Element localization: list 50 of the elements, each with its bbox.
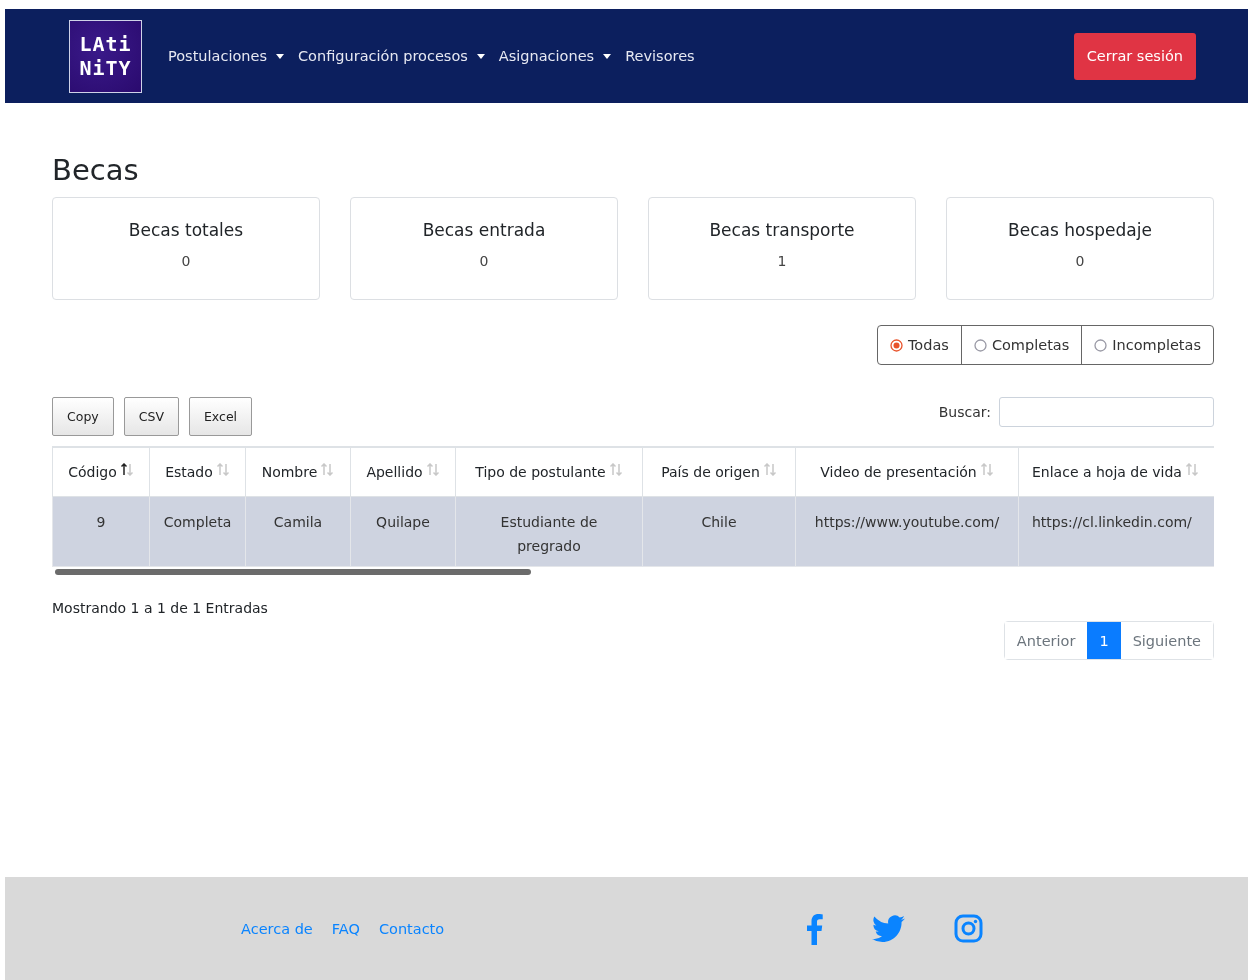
- stat-label: Becas totales: [128, 220, 244, 240]
- table-cell: Estudiante de pregrado: [455, 496, 643, 567]
- twitter-bird-icon[interactable]: [872, 914, 906, 943]
- nav-menu-item[interactable]: Configuración procesos: [298, 48, 485, 64]
- export-button[interactable]: Copy: [52, 397, 114, 436]
- logout-button[interactable]: Cerrar sesión: [1073, 32, 1196, 80]
- stat-value: 0: [1075, 253, 1085, 269]
- search-field[interactable]: [999, 397, 1214, 427]
- export-button[interactable]: Excel: [188, 397, 253, 436]
- table-cell: https://cl.linkedin.com/: [1018, 496, 1214, 567]
- filter-option[interactable]: Todas: [877, 326, 961, 364]
- radio-icon[interactable]: [1094, 338, 1108, 352]
- column-header[interactable]: Video de presentación: [795, 448, 1019, 497]
- radio-icon[interactable]: [889, 338, 903, 352]
- table-info: Mostrando 1 a 1 de 1 Entradas: [52, 600, 269, 616]
- page-title: Becas: [52, 153, 140, 187]
- logo[interactable]: LAti NiTY: [69, 19, 142, 93]
- stat-label: Becas hospedaje: [1008, 220, 1152, 240]
- stat-label: Becas entrada: [422, 220, 546, 240]
- filter-option[interactable]: Completas: [960, 326, 1082, 364]
- table-cell: Chile: [642, 496, 796, 567]
- radio-icon[interactable]: [973, 338, 987, 352]
- instagram-icon[interactable]: [954, 914, 984, 943]
- nav-menu-item[interactable]: Asignaciones: [498, 48, 612, 64]
- search-label: Buscar:: [938, 404, 991, 420]
- column-header[interactable]: Tipo de postulante: [455, 448, 643, 497]
- stat-value: 0: [479, 253, 489, 269]
- pagination-button[interactable]: 1: [1087, 622, 1121, 659]
- caret-icon: [276, 53, 284, 59]
- table-cell: Quilape: [350, 496, 456, 567]
- column-header[interactable]: Estado: [149, 448, 246, 497]
- facebook-icon[interactable]: [805, 912, 824, 945]
- nav-menu-item[interactable]: Postulaciones: [168, 48, 284, 64]
- column-header[interactable]: Apellido: [350, 448, 456, 497]
- caret-icon: [476, 53, 485, 59]
- stat-value: 1: [777, 253, 787, 269]
- column-header[interactable]: Código: [52, 448, 150, 497]
- table-cell: Camila: [245, 496, 351, 567]
- filter-option[interactable]: Incompletas: [1081, 326, 1213, 364]
- column-header[interactable]: Nombre: [245, 448, 351, 497]
- export-button[interactable]: CSV: [123, 397, 179, 436]
- table-cell: 9: [52, 496, 150, 567]
- caret-icon: [603, 53, 612, 59]
- scrollbar-thumb[interactable]: [55, 569, 531, 575]
- column-header[interactable]: País de origen: [642, 448, 796, 497]
- stat-label: Becas transporte: [709, 220, 855, 240]
- stat-value: 0: [181, 253, 191, 269]
- nav-menu-item[interactable]: Revisores: [625, 48, 695, 64]
- table-cell: Completa: [149, 496, 246, 567]
- table-cell: https://www.youtube.com/: [795, 496, 1019, 567]
